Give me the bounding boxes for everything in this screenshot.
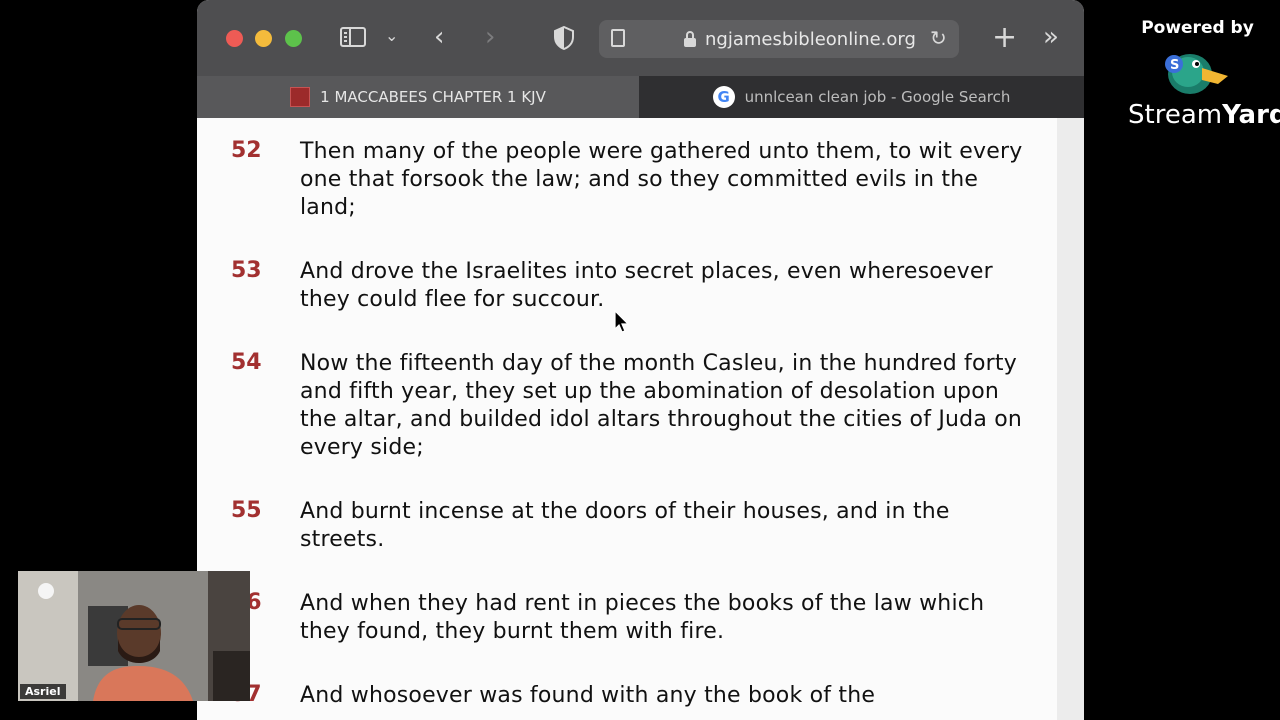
tab-label: 1 MACCABEES CHAPTER 1 KJV <box>320 88 546 106</box>
verse-text: Now the fifteenth day of the month Casle… <box>300 351 1023 460</box>
minimize-window-button[interactable] <box>255 30 272 47</box>
tab-maccabees[interactable]: 1 MACCABEES CHAPTER 1 KJV <box>197 76 639 118</box>
page-content[interactable]: 52 Then many of the people were gathered… <box>197 118 1057 720</box>
tab-bar: 1 MACCABEES CHAPTER 1 KJV G unnlcean cle… <box>197 76 1084 118</box>
url-text[interactable]: ngjamesbibleonline.org <box>705 29 917 50</box>
shield-icon[interactable] <box>553 26 575 50</box>
chevron-down-icon[interactable]: ⌄ <box>385 26 398 45</box>
verse-number: 55 <box>231 498 262 523</box>
zoom-window-button[interactable] <box>285 30 302 47</box>
verse-number: 53 <box>231 258 262 283</box>
google-favicon-icon: G <box>712 86 735 108</box>
reload-icon[interactable]: ↻ <box>930 26 947 50</box>
verse-number: 54 <box>231 350 262 375</box>
forward-arrow-icon[interactable]: › <box>485 22 495 52</box>
close-window-button[interactable] <box>226 30 243 47</box>
verse-text: Then many of the people were gathered un… <box>300 139 1023 220</box>
streamyard-mascot-icon: S <box>1165 54 1228 94</box>
streamyard-logo: StreamYard <box>1128 100 1280 130</box>
participant-name: Asriel <box>20 684 66 699</box>
verse-number: 52 <box>231 138 262 163</box>
browser-window: ⌄ ‹ › ngjamesbibleonline.org ↻ + » 1 MAC… <box>197 0 1084 720</box>
sidebar-icon[interactable] <box>340 27 366 47</box>
double-chevron-right-icon[interactable]: » <box>1043 22 1059 52</box>
svg-text:S: S <box>1170 58 1179 73</box>
back-arrow-icon[interactable]: ‹ <box>434 22 444 52</box>
scrollbar-track[interactable] <box>1057 118 1084 720</box>
webcam-feed: Asriel <box>18 571 250 701</box>
lock-icon <box>684 31 696 47</box>
powered-by-label: Powered by <box>1141 18 1254 38</box>
browser-toolbar: ⌄ ‹ › ngjamesbibleonline.org ↻ + » <box>197 0 1084 76</box>
tab-google-search[interactable]: G unnlcean clean job - Google Search <box>639 76 1084 118</box>
kjv-favicon-icon <box>290 87 311 107</box>
reader-icon[interactable] <box>611 29 625 47</box>
mouse-pointer-icon <box>614 310 630 333</box>
verse-text: And burnt incense at the doors of their … <box>300 499 950 552</box>
tab-label: unnlcean clean job - Google Search <box>744 88 1011 106</box>
new-tab-icon[interactable]: + <box>992 20 1017 55</box>
verse-text: And drove the Israelites into secret pla… <box>300 259 993 312</box>
webcam-image <box>18 571 250 701</box>
verse-text: And when they had rent in pieces the boo… <box>300 591 985 644</box>
verse-text: And whosoever was found with any the boo… <box>300 683 876 708</box>
address-bar[interactable]: ngjamesbibleonline.org ↻ <box>599 20 959 58</box>
